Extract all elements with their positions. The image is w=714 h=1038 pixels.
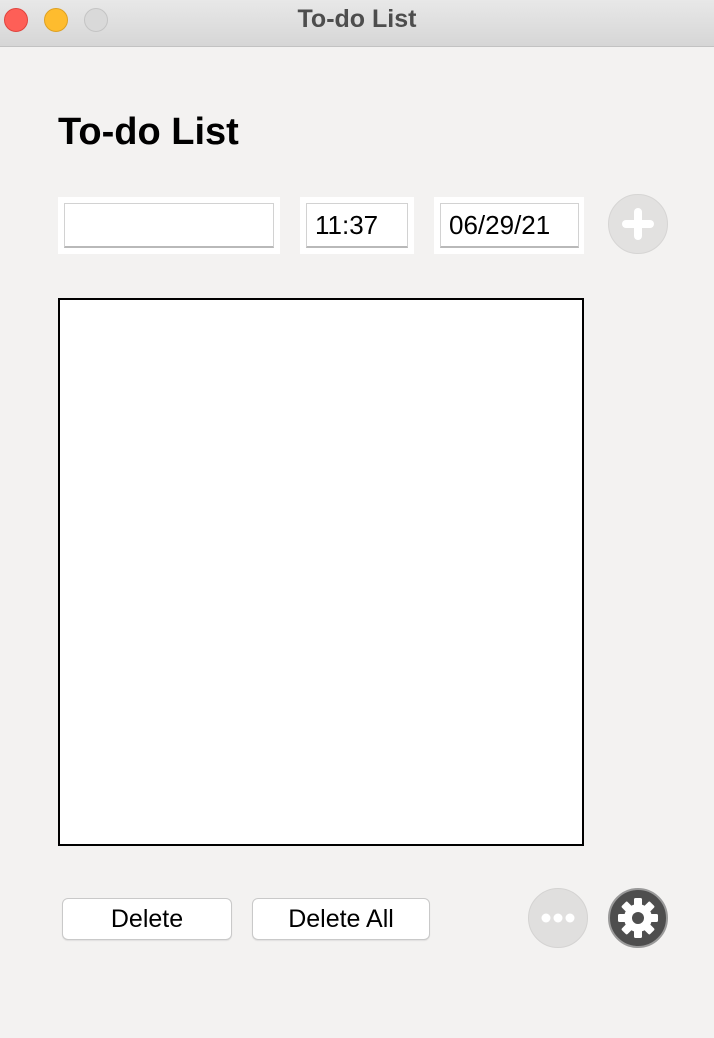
settings-button[interactable] <box>608 888 668 948</box>
time-input[interactable] <box>306 203 408 248</box>
plus-icon <box>622 208 654 240</box>
page-title: To-do List <box>58 111 239 153</box>
date-field-container <box>434 197 584 254</box>
date-input[interactable] <box>440 203 579 248</box>
gear-icon <box>618 898 658 938</box>
app-window: To-do List To-do List Delete Delete All <box>0 0 714 1038</box>
add-task-button[interactable] <box>608 194 668 254</box>
time-field-container <box>300 197 414 254</box>
task-input[interactable] <box>64 203 274 248</box>
window-title: To-do List <box>297 5 417 33</box>
task-list[interactable] <box>58 298 584 846</box>
title-bar[interactable]: To-do List <box>0 0 714 47</box>
task-field-container <box>58 197 280 254</box>
delete-all-button[interactable]: Delete All <box>252 898 430 940</box>
ellipsis-icon <box>541 913 575 923</box>
more-options-button[interactable] <box>528 888 588 948</box>
delete-button[interactable]: Delete <box>62 898 232 940</box>
